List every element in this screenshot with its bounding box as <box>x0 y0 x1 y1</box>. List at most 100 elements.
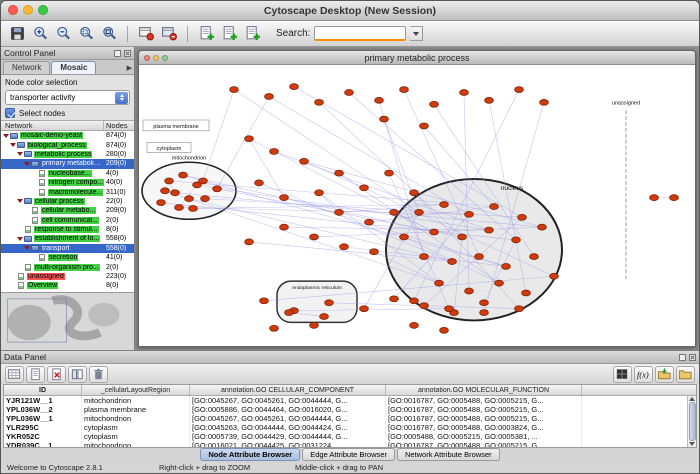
network-node[interactable] <box>480 300 489 306</box>
show-network-overview-icon[interactable] <box>135 23 157 45</box>
network-node[interactable] <box>480 310 489 316</box>
network-node[interactable] <box>650 195 659 201</box>
network-node[interactable] <box>550 273 559 279</box>
table-column-header[interactable]: _cellularLayoutRegion <box>82 385 190 395</box>
scrollbar-thumb[interactable] <box>689 402 696 441</box>
table-row[interactable]: YLR295Ccytoplasm[GO:0045263, GO:0044444,… <box>4 423 696 432</box>
tree-row[interactable]: metabolic process280(0) <box>1 150 134 159</box>
close-view-icon[interactable] <box>144 55 150 61</box>
network-node[interactable] <box>335 170 344 176</box>
zoom-in-icon[interactable] <box>29 23 51 45</box>
network-node[interactable] <box>370 249 379 255</box>
network-node[interactable] <box>530 254 539 260</box>
network-node[interactable] <box>315 190 324 196</box>
table-column-header[interactable]: ID <box>4 385 82 395</box>
network-node[interactable] <box>485 227 494 233</box>
network-node[interactable] <box>360 306 369 312</box>
delete-row-icon[interactable] <box>89 366 108 383</box>
tree-row[interactable]: establishment of lo...558(0) <box>1 234 134 243</box>
import-network-icon[interactable] <box>195 23 217 45</box>
import-attribute-file-icon[interactable] <box>655 366 674 383</box>
table-row[interactable]: YPL036W__2plasma membrane[GO:0005886, GO… <box>4 405 696 414</box>
network-node[interactable] <box>325 300 334 306</box>
network-node[interactable] <box>445 306 454 312</box>
tree-expander-icon[interactable] <box>10 143 16 147</box>
table-row[interactable]: YKR052Ccytoplasm[GO:0005739, GO:0044429,… <box>4 432 696 441</box>
network-node[interactable] <box>515 87 524 93</box>
tab-network[interactable]: Network <box>3 61 50 74</box>
network-node[interactable] <box>435 280 444 286</box>
tree-expander-icon[interactable] <box>3 134 9 138</box>
tree-row[interactable]: cellular process22(0) <box>1 197 134 206</box>
network-node[interactable] <box>512 237 521 243</box>
minimize-window-icon[interactable] <box>23 5 33 15</box>
tab-edge-attribute-browser[interactable]: Edge Attribute Browser <box>302 448 395 461</box>
tree-row[interactable]: biological_process874(0) <box>1 140 134 149</box>
search-options-button[interactable] <box>410 26 423 41</box>
network-node[interactable] <box>320 314 329 320</box>
table-row[interactable]: YJR121W__1mitochondrion[GO:0045267, GO:0… <box>4 396 696 405</box>
tree-row[interactable]: response to stimul...8(0) <box>1 225 134 234</box>
tree-col-network[interactable]: Network <box>1 121 104 130</box>
network-node[interactable] <box>280 195 289 201</box>
network-node[interactable] <box>315 99 324 105</box>
network-node[interactable] <box>440 202 449 208</box>
tree-row[interactable]: primary metabolic process209(0) <box>1 159 134 168</box>
zoom-out-icon[interactable] <box>52 23 74 45</box>
network-node[interactable] <box>400 234 409 240</box>
network-node[interactable] <box>199 178 208 184</box>
network-node[interactable] <box>515 306 524 312</box>
table-column-header[interactable] <box>582 385 696 395</box>
network-node[interactable] <box>420 303 429 309</box>
network-node[interactable] <box>255 180 264 186</box>
network-node[interactable] <box>290 84 299 90</box>
tree-row[interactable]: nitrogen compo...40(0) <box>1 178 134 187</box>
network-window-titlebar[interactable]: primary metabolic process <box>139 51 695 65</box>
network-node[interactable] <box>310 234 319 240</box>
network-node[interactable] <box>161 188 170 194</box>
table-row[interactable]: YDR039C__1mitochondrion[GO:0016021, GO:0… <box>4 441 696 447</box>
delete-attribute-icon[interactable] <box>47 366 66 383</box>
table-row[interactable]: YPL036W__1mitochondrion[GO:0045267, GO:0… <box>4 414 696 423</box>
tree-row[interactable]: macromolecule...311(0) <box>1 187 134 196</box>
network-node[interactable] <box>390 209 399 215</box>
network-node[interactable] <box>280 224 289 230</box>
network-node[interactable] <box>365 219 374 225</box>
network-node[interactable] <box>485 97 494 103</box>
network-node[interactable] <box>385 170 394 176</box>
search-input[interactable] <box>314 26 406 41</box>
scroll-up-icon[interactable] <box>689 397 695 401</box>
network-node[interactable] <box>245 136 254 142</box>
network-canvas[interactable]: plasma membranecytoplasmmitochondrionnuc… <box>139 65 695 346</box>
network-node[interactable] <box>465 211 474 217</box>
network-node[interactable] <box>260 298 269 304</box>
network-node[interactable] <box>420 123 429 129</box>
zoom-selected-icon[interactable] <box>75 23 97 45</box>
network-node[interactable] <box>495 280 504 286</box>
tree-expander-icon[interactable] <box>17 199 23 203</box>
network-node[interactable] <box>410 190 419 196</box>
tree-expander-icon[interactable] <box>24 246 30 250</box>
network-node[interactable] <box>185 196 194 202</box>
network-node[interactable] <box>540 99 549 105</box>
close-panel-icon[interactable] <box>124 50 131 57</box>
tree-row[interactable]: multi-organism pro...2(0) <box>1 262 134 271</box>
network-node[interactable] <box>518 214 527 220</box>
node-color-select[interactable]: transporter activity <box>5 90 130 105</box>
float-data-panel-icon[interactable] <box>679 354 686 361</box>
tree-row[interactable]: secretion41(0) <box>1 253 134 262</box>
tree-expander-icon[interactable] <box>17 237 23 241</box>
hide-network-panel-icon[interactable] <box>158 23 180 45</box>
network-node[interactable] <box>310 322 319 328</box>
select-attributes-icon[interactable] <box>5 366 24 383</box>
minimize-view-icon[interactable] <box>153 55 159 61</box>
network-node[interactable] <box>458 234 467 240</box>
network-node[interactable] <box>201 196 210 202</box>
network-node[interactable] <box>538 224 547 230</box>
float-panel-icon[interactable] <box>114 50 121 57</box>
network-node[interactable] <box>440 327 449 333</box>
tree-col-nodes[interactable]: Nodes <box>104 121 134 130</box>
tree-row[interactable]: transport558(0) <box>1 244 134 253</box>
zoom-window-icon[interactable] <box>38 5 48 15</box>
network-node[interactable] <box>522 290 531 296</box>
